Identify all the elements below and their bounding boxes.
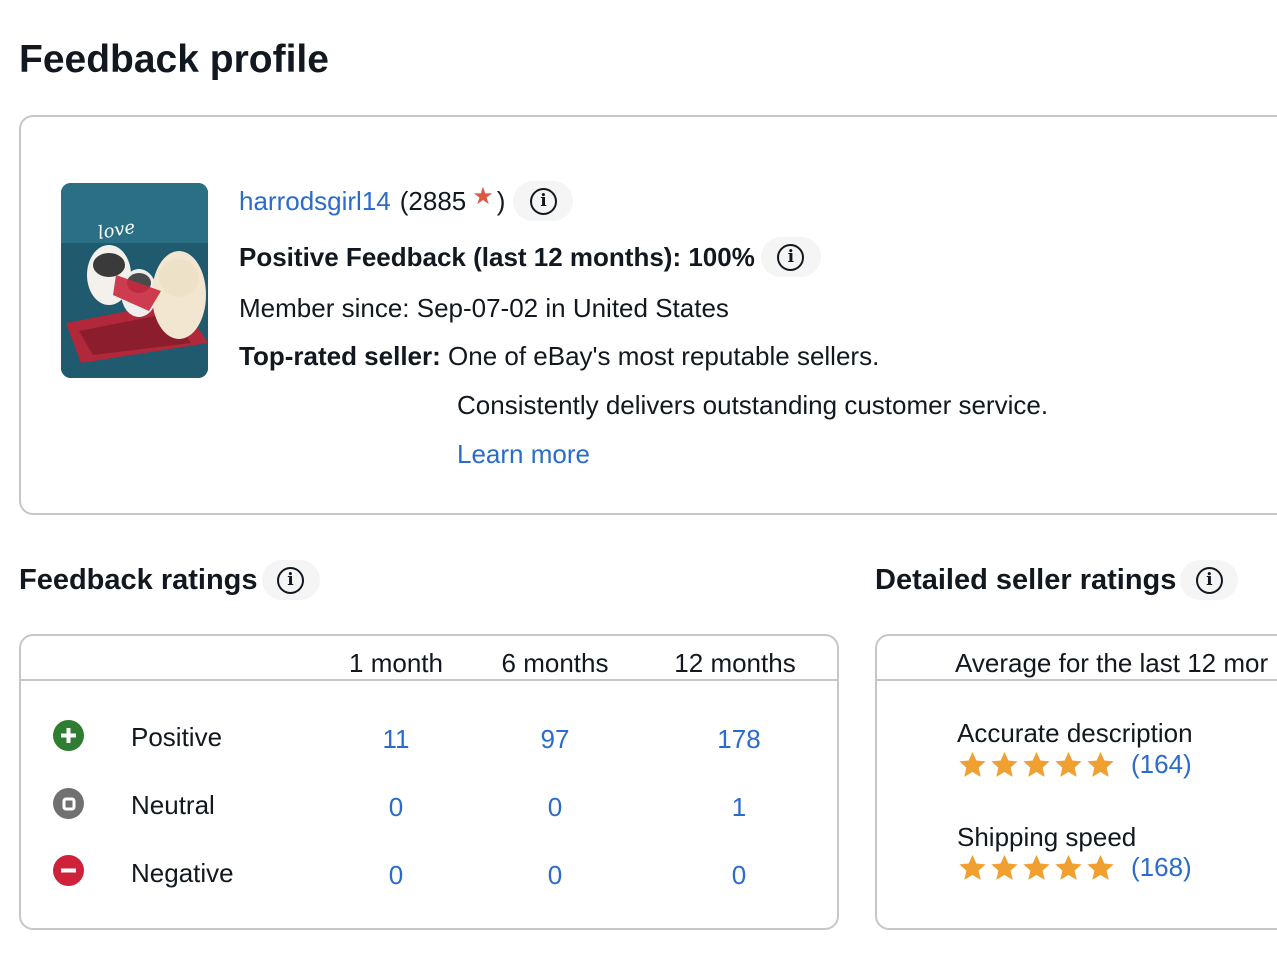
score-info-button[interactable]: i — [513, 181, 574, 221]
detailed-ratings-header: Average for the last 12 mor — [955, 648, 1269, 678]
five-stars-icon — [957, 750, 1117, 780]
negative-1-month[interactable]: 0 — [389, 860, 403, 891]
info-icon: i — [777, 243, 805, 271]
negative-12-months[interactable]: 0 — [732, 860, 746, 891]
star-icon — [991, 751, 1018, 777]
star-icon — [1055, 751, 1082, 777]
username-link[interactable]: harrodsgirl14 — [239, 186, 391, 217]
learn-more-link[interactable]: Learn more — [457, 439, 590, 470]
positive-feedback-text: Positive Feedback (last 12 months): 100% — [239, 241, 755, 272]
plus-circle-icon — [53, 720, 84, 751]
feedback-ratings-title: Feedback ratings — [19, 563, 258, 596]
star-rating-accurate-description: (164) — [957, 749, 1192, 780]
detailed-ratings-table: Average for the last 12 mor Accurate des… — [875, 634, 1277, 930]
square-circle-icon — [53, 788, 84, 819]
feedback-score: (2885 ★) — [399, 182, 506, 217]
star-icon — [959, 854, 986, 880]
minus-circle-icon — [53, 855, 84, 886]
star-rating-shipping-speed: (168) — [957, 852, 1192, 883]
feedback-score-close: ) — [496, 185, 506, 216]
positive-12-months[interactable]: 178 — [717, 724, 760, 755]
feedback-ratings-heading: Feedback ratings i — [19, 560, 320, 600]
member-since: Member since: Sep-07-02 in United States — [239, 293, 729, 323]
row-label-negative: Negative — [131, 858, 234, 888]
info-icon: i — [529, 187, 557, 215]
feedback-score-value: (2885 — [399, 185, 467, 216]
profile-card: love harrodsgirl14 (2885 ★) i Positive Fe… — [19, 115, 1277, 515]
neutral-1-month[interactable]: 0 — [389, 792, 403, 823]
rating-name-shipping-speed: Shipping speed — [957, 822, 1137, 852]
info-icon: i — [1195, 566, 1223, 594]
positive-feedback-row: Positive Feedback (last 12 months): 100%… — [239, 237, 821, 277]
rating-count-shipping-speed[interactable]: (168) — [1131, 852, 1192, 883]
row-label-neutral: Neutral — [131, 790, 215, 820]
star-icon — [991, 854, 1018, 880]
top-rated-desc-1: One of eBay's most reputable sellers. — [448, 341, 880, 371]
five-stars-icon — [957, 853, 1117, 883]
star-icon — [1023, 854, 1050, 880]
star-icon: ★ — [472, 182, 494, 210]
feedback-ratings-table: 1 month 6 months 12 months Positive 11 9… — [19, 634, 839, 930]
row-label-positive: Positive — [131, 722, 223, 752]
column-header-6-months: 6 months — [501, 648, 609, 678]
positive-1-month[interactable]: 11 — [383, 724, 410, 755]
top-rated-label: Top-rated seller: — [239, 341, 441, 371]
star-icon — [1087, 854, 1114, 880]
rating-name-accurate-description: Accurate description — [957, 718, 1193, 748]
detailed-ratings-info-button[interactable]: i — [1180, 560, 1239, 600]
avatar[interactable]: love — [61, 183, 208, 378]
star-icon — [1023, 751, 1050, 777]
info-icon: i — [277, 566, 305, 594]
neutral-12-months[interactable]: 1 — [732, 792, 746, 823]
top-rated-desc-2: Consistently delivers outstanding custom… — [457, 390, 1049, 420]
feedback-ratings-info-button[interactable]: i — [261, 560, 320, 600]
page-title: Feedback profile — [19, 38, 329, 81]
neutral-6-months[interactable]: 0 — [548, 792, 562, 823]
star-icon — [1055, 854, 1082, 880]
avatar-image: love — [61, 183, 208, 378]
positive-feedback-info-button[interactable]: i — [760, 237, 821, 277]
header-divider — [877, 679, 1277, 681]
positive-6-months[interactable]: 97 — [541, 724, 570, 755]
top-rated-row: Top-rated seller: One of eBay's most rep… — [239, 341, 879, 372]
column-header-12-months: 12 months — [674, 648, 796, 678]
detailed-ratings-heading: Detailed seller ratings i — [875, 560, 1239, 600]
star-icon — [959, 751, 986, 777]
column-header-1-month: 1 month — [349, 648, 443, 678]
header-divider — [21, 679, 837, 681]
star-icon — [1087, 751, 1114, 777]
username-row: harrodsgirl14 (2885 ★) i — [239, 181, 574, 221]
negative-6-months[interactable]: 0 — [548, 860, 562, 891]
detailed-ratings-title: Detailed seller ratings — [875, 563, 1177, 596]
rating-count-accurate-description[interactable]: (164) — [1131, 749, 1192, 780]
